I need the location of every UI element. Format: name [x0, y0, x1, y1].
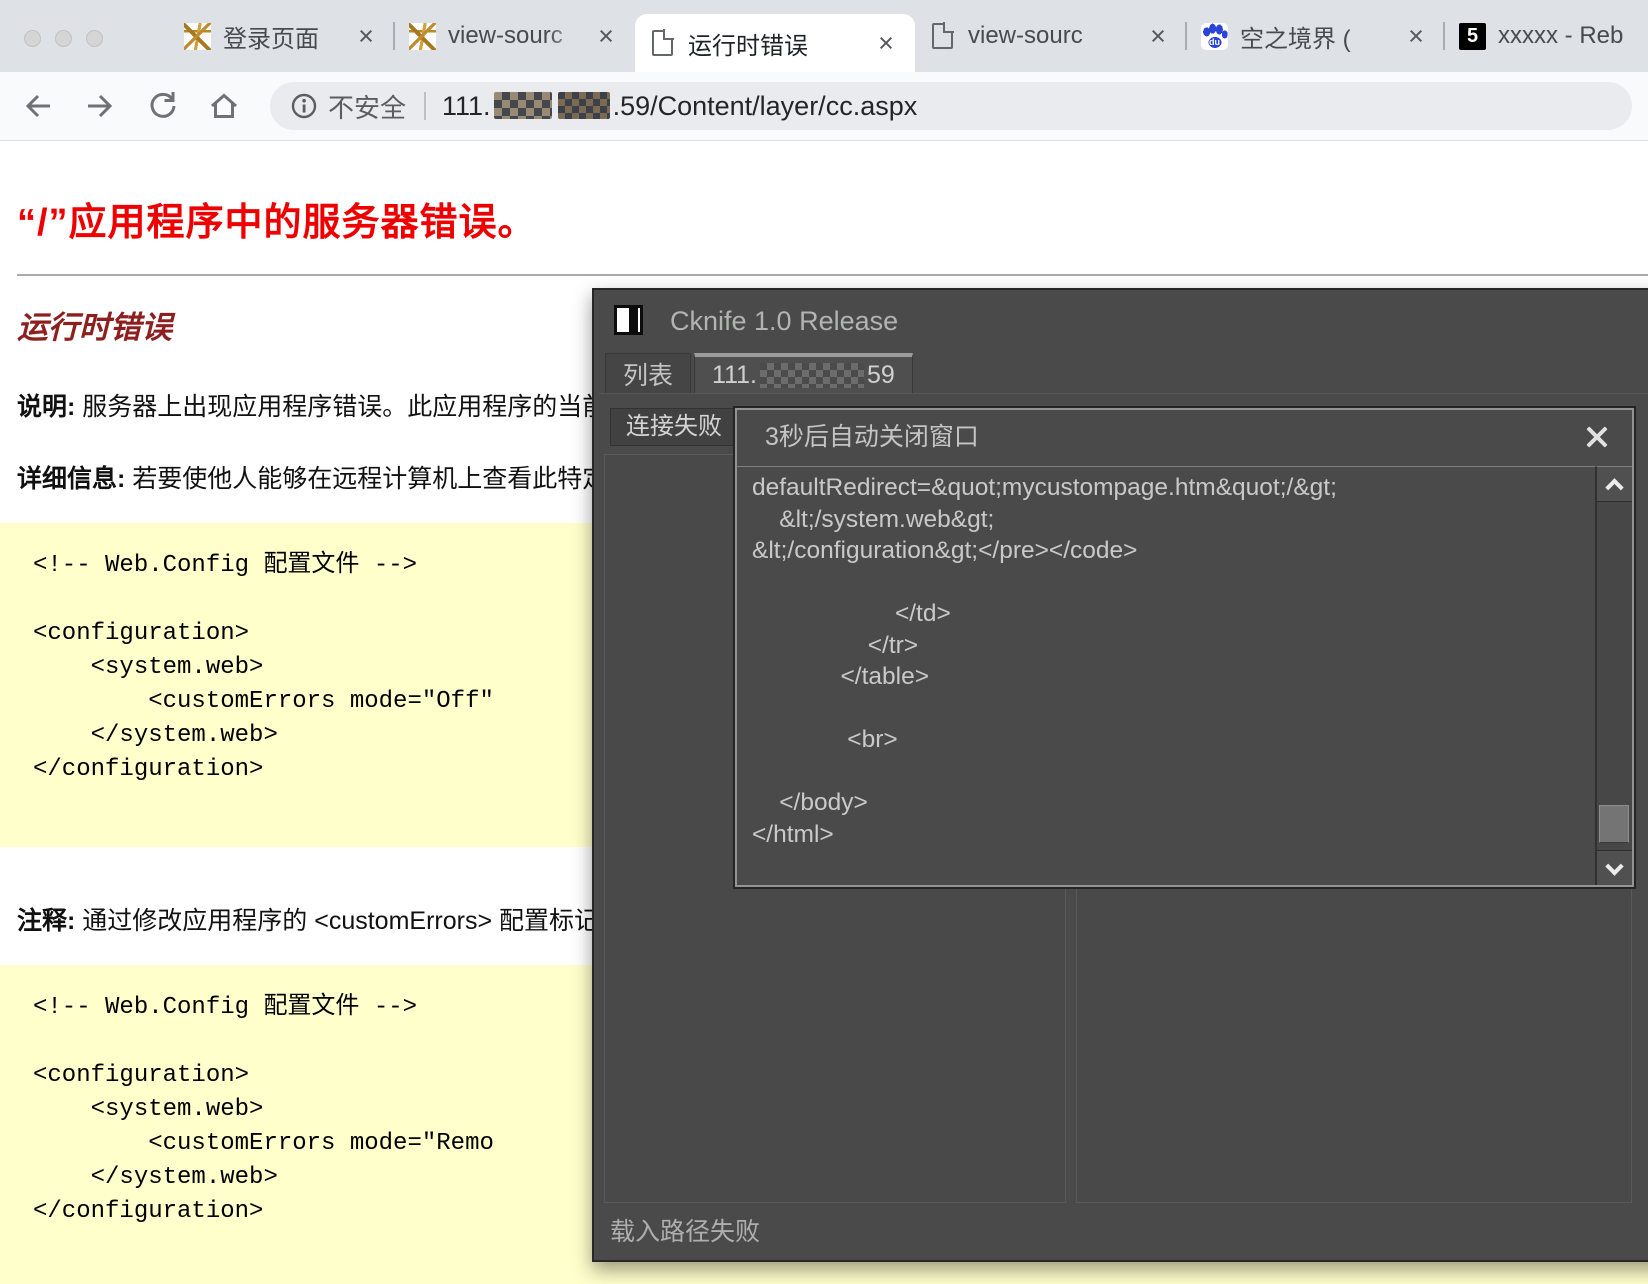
- omnibox-divider: [424, 92, 427, 120]
- tab-favicon: [409, 22, 436, 50]
- censored-ip: [759, 362, 864, 388]
- tab-title: view-sourc: [448, 22, 563, 49]
- url-text[interactable]: 111. .59/Content/layer/cc.aspx: [442, 91, 917, 122]
- tab-title: 空之境界 (: [1240, 25, 1351, 53]
- browser-tab[interactable]: 登录页面: [170, 0, 395, 72]
- info-icon: [291, 93, 317, 119]
- tab-favicon: [184, 22, 211, 50]
- popup-close-icon[interactable]: [1582, 422, 1612, 452]
- source-line: </html>: [752, 820, 834, 848]
- source-line: [752, 756, 1595, 788]
- tab-favicon: [932, 22, 954, 49]
- browser-tab[interactable]: 空之境界 (: [1187, 0, 1445, 72]
- censored-ip-octets: [493, 91, 552, 119]
- browser-tab[interactable]: xxxxx - Reb: [1445, 0, 1648, 72]
- tab-close-icon[interactable]: [351, 21, 381, 51]
- tab-favicon: [652, 29, 674, 56]
- tab-title: view-sourc: [968, 22, 1083, 49]
- back-arrow-icon: [25, 94, 50, 118]
- source-line: [752, 567, 1595, 599]
- tab-list[interactable]: 列表: [605, 353, 692, 393]
- status-bar-text: 载入路径失败: [610, 1218, 761, 1246]
- source-line: [752, 693, 1595, 725]
- browser-tab[interactable]: view-sourc: [395, 0, 635, 72]
- home-button[interactable]: [202, 84, 246, 128]
- divider: [17, 274, 1648, 276]
- address-bar[interactable]: 不安全 111. .59/Content/layer/cc.aspx: [270, 82, 1632, 130]
- browser-tab[interactable]: 运行时错误: [635, 14, 915, 72]
- back-button[interactable]: [16, 84, 60, 128]
- popup-scrollbar[interactable]: [1596, 466, 1632, 885]
- chevron-down-icon: [1605, 856, 1624, 876]
- window-controls: [24, 30, 103, 47]
- tab-title: 运行时错误: [688, 32, 808, 60]
- source-line: </table>: [752, 663, 930, 690]
- chevron-up-icon: [1605, 478, 1624, 497]
- scrollbar-thumb[interactable]: [1599, 805, 1629, 843]
- browser-toolbar: 不安全 111. .59/Content/layer/cc.aspx: [0, 72, 1648, 141]
- reload-icon: [150, 92, 176, 118]
- cknife-window-title: Cknife 1.0 Release: [670, 306, 899, 336]
- forward-arrow-icon: [88, 94, 113, 118]
- forward-button[interactable]: [78, 84, 122, 128]
- cknife-titlebar[interactable]: Cknife 1.0 Release: [594, 290, 1648, 352]
- source-line: </body>: [752, 789, 868, 816]
- tab-close-icon[interactable]: [871, 28, 901, 58]
- censored-ip-octets: [557, 91, 610, 119]
- browser-tab[interactable]: view-sourc: [915, 0, 1187, 72]
- browser-chrome: 登录页面 view-sourc 运行时错误: [0, 0, 1648, 141]
- cknife-app-icon: [614, 305, 643, 335]
- tab-close-icon[interactable]: [1143, 21, 1173, 51]
- scroll-up-button[interactable]: [1597, 467, 1632, 502]
- tab-title: 登录页面: [223, 25, 319, 53]
- cknife-window: Cknife 1.0 Release 列表 111. 59 连接失败 载入路径失败…: [592, 288, 1648, 1262]
- minimize-window-button[interactable]: [55, 30, 72, 47]
- source-line: </tr>: [752, 631, 919, 659]
- popup-source-text[interactable]: defaultRedirect=&quot;mycustompage.htm&q…: [737, 466, 1596, 885]
- cknife-tabs: 列表 111. 59: [605, 353, 913, 393]
- close-window-button[interactable]: [24, 30, 41, 47]
- auto-close-popup: 3秒后自动关闭窗口 defaultRedirect=&quot;mycustom…: [733, 406, 1636, 889]
- source-line: &lt;/configuration&gt;</pre></code>: [752, 537, 1138, 564]
- tab-title: xxxxx - Reb: [1498, 22, 1624, 49]
- tab-close-icon[interactable]: [1401, 21, 1431, 51]
- tab-strip: 登录页面 view-sourc 运行时错误: [0, 0, 1648, 72]
- tab-close-icon[interactable]: [591, 21, 621, 51]
- source-line: &lt;/system.web&gt;: [752, 505, 995, 533]
- source-line: defaultRedirect=&quot;mycustompage.htm&q…: [752, 474, 1337, 501]
- home-icon: [211, 93, 237, 118]
- tab-favicon: [1201, 22, 1228, 50]
- page-title: “/”应用程序中的服务器错误。: [17, 202, 537, 244]
- maximize-window-button[interactable]: [86, 30, 103, 47]
- tab-favicon: [1459, 22, 1486, 50]
- browser-tabs: 登录页面 view-sourc 运行时错误: [170, 0, 1648, 72]
- popup-title: 3秒后自动关闭窗口: [765, 423, 979, 451]
- reload-button[interactable]: [140, 84, 184, 128]
- scroll-down-button[interactable]: [1597, 850, 1632, 885]
- source-line: </td>: [752, 600, 951, 627]
- source-line: <br>: [752, 726, 898, 753]
- tab-target-ip[interactable]: 111. 59: [694, 353, 913, 393]
- connection-failed-tab[interactable]: 连接失败: [610, 408, 738, 446]
- security-label[interactable]: 不安全: [328, 88, 406, 125]
